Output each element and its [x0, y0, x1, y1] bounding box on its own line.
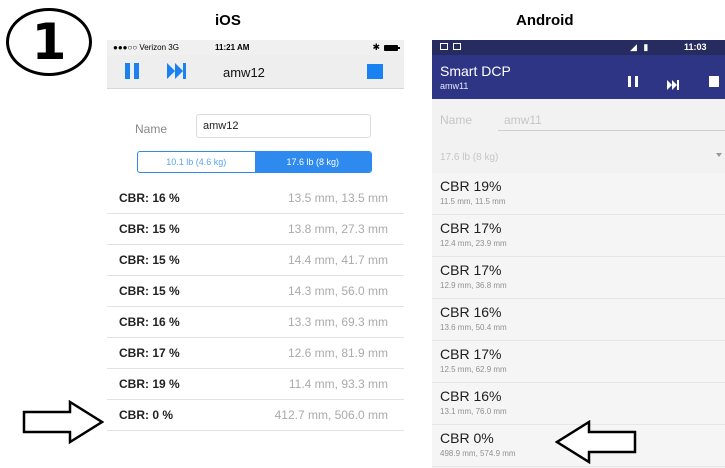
table-row[interactable]: CBR: 0 % 412.7 mm, 506.0 mm [107, 400, 404, 431]
cbr-value: CBR: 15 % [119, 222, 180, 236]
list-item[interactable]: CBR 17% 12.4 mm, 23.9 mm [432, 215, 725, 257]
notification-icon [440, 43, 448, 50]
app-title: Smart DCP [440, 63, 511, 79]
battery-icon [384, 44, 400, 51]
name-input[interactable] [196, 114, 371, 138]
list-item[interactable]: CBR 16% 13.6 mm, 50.4 mm [432, 299, 725, 341]
ios-toolbar: amw12 [107, 55, 404, 89]
weight-option-heavy[interactable]: 17.6 lb (8 kg) [254, 152, 371, 172]
skip-forward-icon[interactable] [167, 63, 187, 79]
step-number-badge: 1 [6, 8, 92, 76]
table-row[interactable]: CBR: 19 % 11.4 mm, 93.3 mm [107, 369, 404, 400]
ios-heading: iOS [215, 12, 241, 29]
depth-values: 498.9 mm, 574.9 mm [440, 449, 516, 458]
table-row[interactable]: CBR: 16 % 13.3 mm, 69.3 mm [107, 307, 404, 338]
cbr-value: CBR: 17 % [119, 346, 180, 360]
cbr-value: CBR 17% [440, 262, 502, 278]
status-time: 11:03 [684, 42, 707, 52]
dropdown-caret-icon[interactable] [716, 153, 722, 157]
cbr-value: CBR: 19 % [119, 377, 180, 391]
cbr-value: CBR 16% [440, 388, 502, 404]
depth-values: 14.4 mm, 41.7 mm [287, 253, 388, 267]
cbr-value: CBR: 15 % [119, 253, 180, 267]
depth-values: 12.4 mm, 23.9 mm [440, 239, 507, 248]
signal-battery-icon: ◢ ▮ [630, 42, 651, 52]
name-label: Name [440, 113, 473, 127]
depth-values: 11.5 mm, 11.5 mm [440, 197, 506, 206]
pause-icon[interactable] [125, 63, 139, 79]
cbr-list: CBR: 16 % 13.5 mm, 13.5 mm CBR: 15 % 13.8 … [107, 183, 404, 431]
depth-values: 13.3 mm, 69.3 mm [287, 315, 388, 329]
table-row[interactable]: CBR: 15 % 13.8 mm, 27.3 mm [107, 214, 404, 245]
cbr-value: CBR 19% [440, 178, 502, 194]
depth-values: 12.6 mm, 81.9 mm [287, 346, 388, 360]
stop-icon[interactable] [709, 76, 719, 87]
pause-icon[interactable] [628, 76, 638, 87]
name-field[interactable]: amw11 [504, 113, 542, 127]
android-screen: ◢ ▮ 11:03 Smart DCP amw11 Name amw11 17.… [432, 40, 725, 468]
ios-status-bar: ●●●○○ Verizon 3G 11:21 AM ✱ [107, 40, 404, 55]
ios-screen: ●●●○○ Verizon 3G 11:21 AM ✱ amw12 Name 1… [107, 40, 404, 440]
cbr-value: CBR 17% [440, 346, 502, 362]
list-item[interactable]: CBR 19% 11.5 mm, 11.5 mm [432, 173, 725, 215]
session-title: amw12 [223, 65, 265, 80]
name-field-underline [498, 130, 725, 131]
cbr-value: CBR 0% [440, 430, 494, 446]
session-subtitle: amw11 [440, 81, 469, 91]
notification-icon [453, 43, 461, 50]
depth-values: 13.8 mm, 27.3 mm [287, 222, 388, 236]
list-item[interactable]: CBR 17% 12.9 mm, 36.8 mm [432, 257, 725, 299]
table-row[interactable]: CBR: 15 % 14.4 mm, 41.7 mm [107, 245, 404, 276]
arrow-left-outline-icon [555, 420, 637, 464]
list-item[interactable]: CBR 17% 12.5 mm, 62.9 mm [432, 341, 725, 383]
android-heading: Android [516, 12, 574, 29]
android-toolbar: Smart DCP amw11 [432, 55, 725, 99]
skip-forward-icon[interactable] [667, 77, 679, 90]
weight-select[interactable]: 17.6 lb (8 kg) [440, 152, 498, 163]
depth-values: 13.6 mm, 50.4 mm [440, 323, 507, 332]
weight-option-light[interactable]: 10.1 lb (4.6 kg) [138, 152, 255, 172]
cbr-value: CBR: 0 % [119, 408, 174, 422]
table-row[interactable]: CBR: 16 % 13.5 mm, 13.5 mm [107, 183, 404, 214]
depth-values: 14.3 mm, 56.0 mm [287, 284, 388, 298]
depth-values: 13.5 mm, 13.5 mm [287, 191, 388, 205]
weight-segmented-control: 10.1 lb (4.6 kg) 17.6 lb (8 kg) [137, 151, 372, 173]
cbr-value: CBR: 16 % [119, 191, 180, 205]
depth-values: 412.7 mm, 506.0 mm [274, 408, 388, 422]
depth-values: 12.5 mm, 62.9 mm [440, 365, 507, 374]
stop-icon[interactable] [367, 64, 383, 79]
android-status-bar: ◢ ▮ 11:03 [432, 40, 725, 55]
notification-icons [440, 43, 461, 50]
cbr-value: CBR: 16 % [119, 315, 180, 329]
table-row[interactable]: CBR: 17 % 12.6 mm, 81.9 mm [107, 338, 404, 369]
depth-values: 11.4 mm, 93.3 mm [288, 377, 388, 391]
carrier-signal: ●●●○○ Verizon 3G [113, 43, 179, 52]
bluetooth-icon: ✱ [372, 42, 380, 52]
name-label: Name [135, 122, 168, 136]
list-item[interactable]: CBR 16% 13.1 mm, 76.0 mm [432, 383, 725, 425]
cbr-value: CBR 17% [440, 220, 502, 236]
depth-values: 13.1 mm, 76.0 mm [440, 407, 507, 416]
cbr-value: CBR: 15 % [119, 284, 180, 298]
table-row[interactable]: CBR: 15 % 14.3 mm, 56.0 mm [107, 276, 404, 307]
arrow-right-outline-icon [22, 400, 104, 444]
cbr-value: CBR 16% [440, 304, 502, 320]
status-time: 11:21 AM [215, 43, 250, 52]
depth-values: 12.9 mm, 36.8 mm [440, 281, 507, 290]
